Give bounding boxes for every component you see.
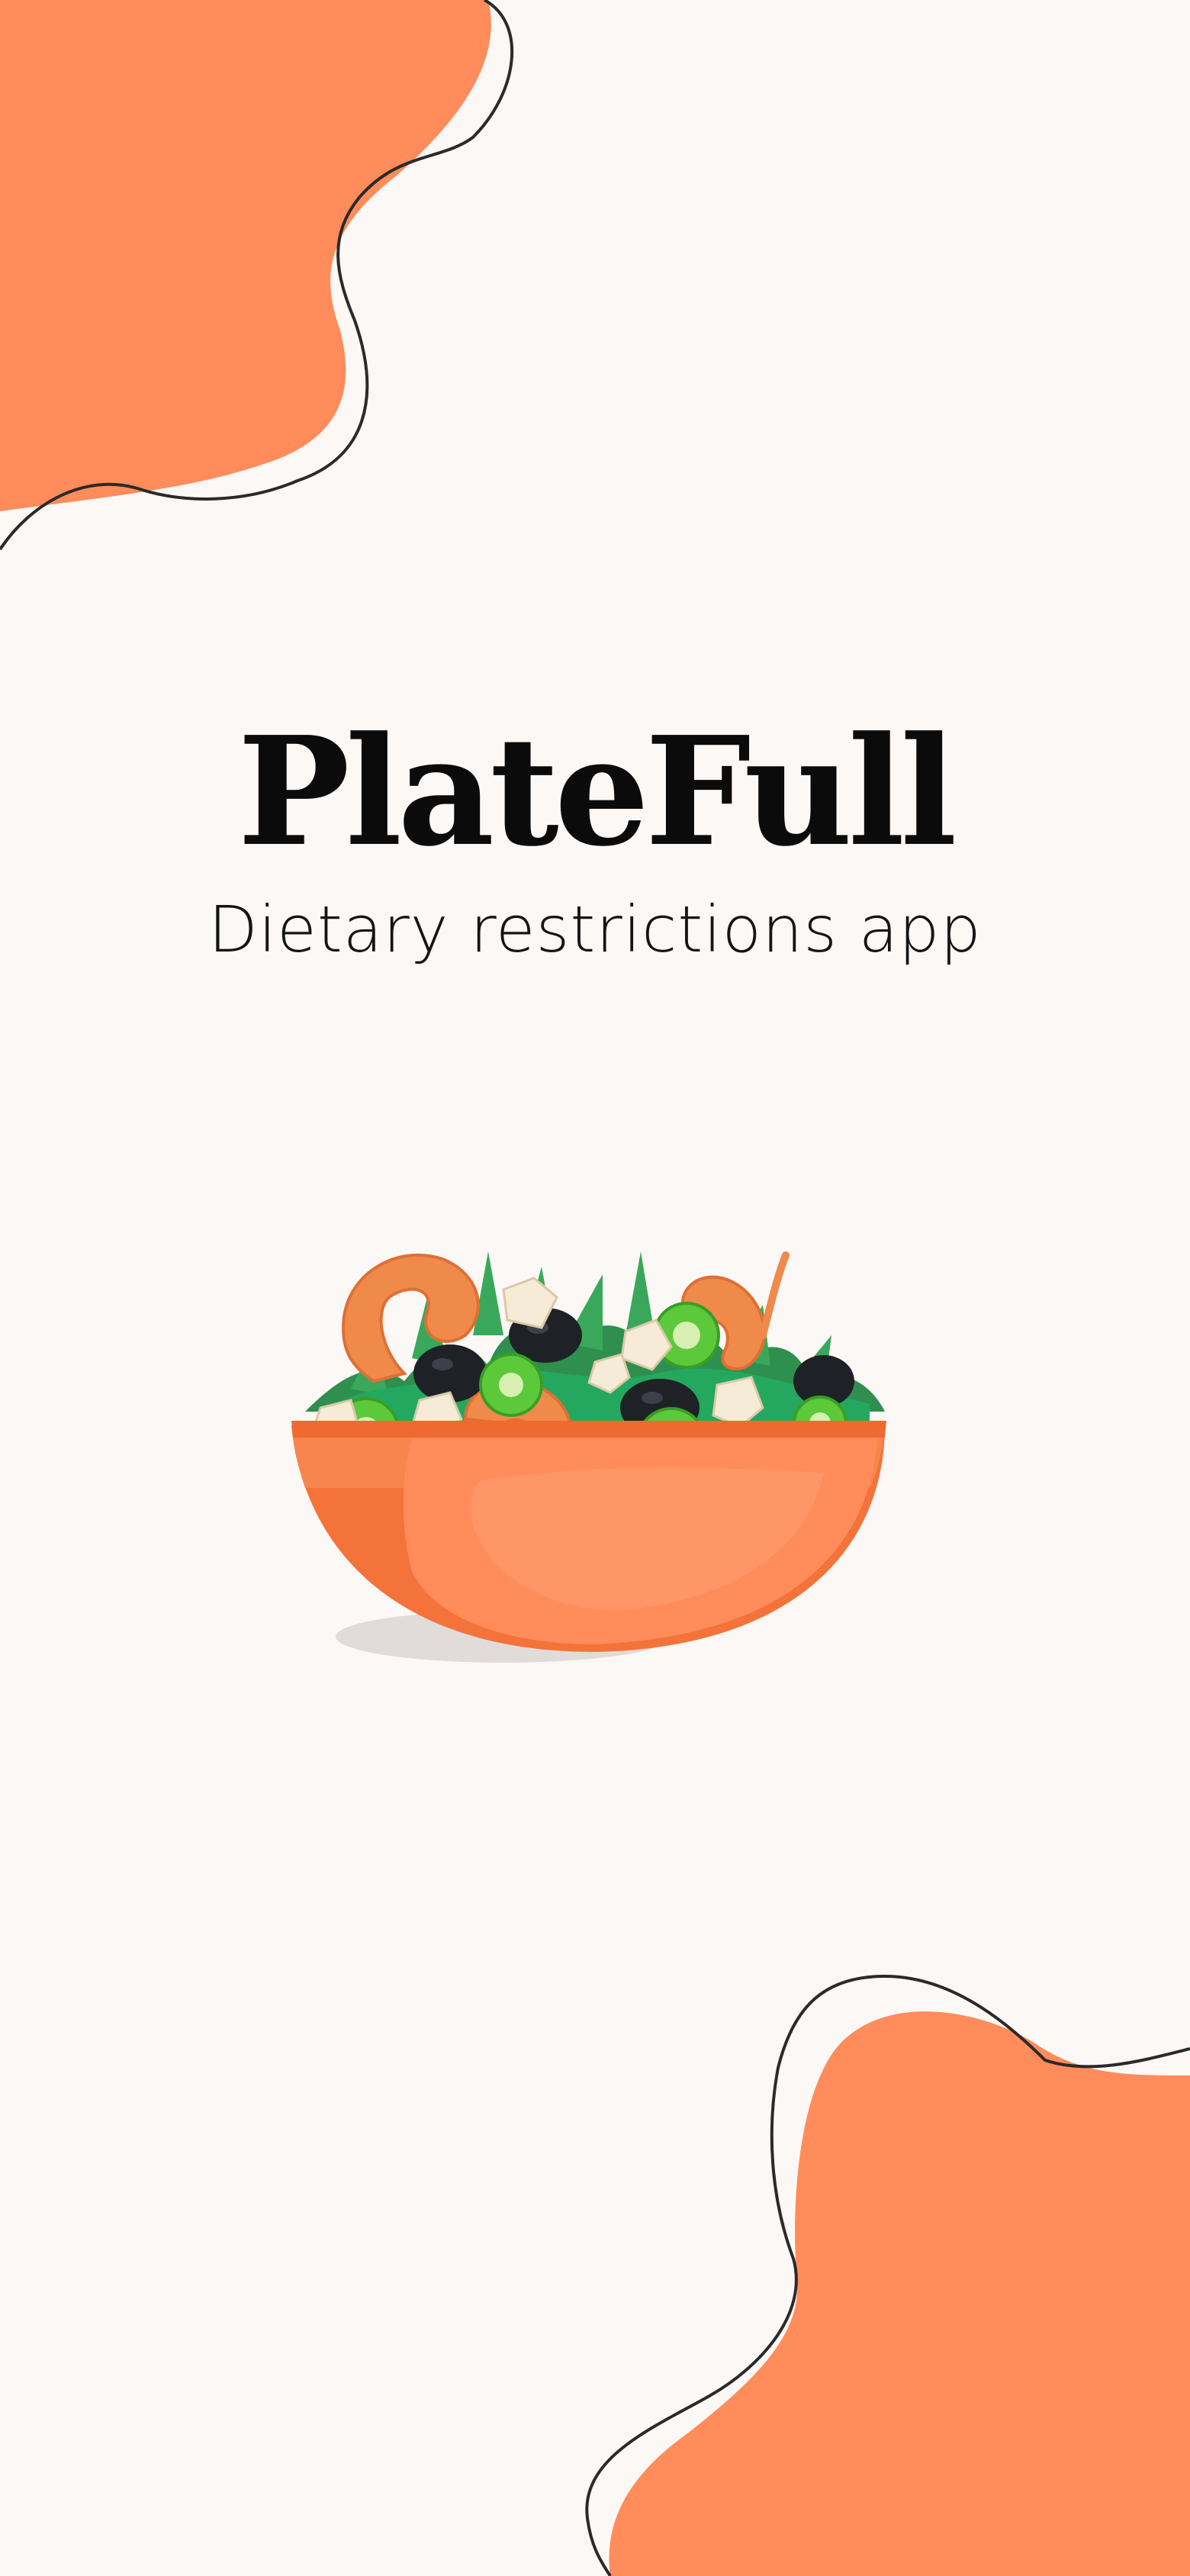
app-title: PlateFull xyxy=(237,704,957,880)
splash-screen: PlateFull Dietary restrictions app xyxy=(0,0,1190,2576)
app-subtitle: Dietary restrictions app xyxy=(208,892,982,967)
salad-bowl-icon xyxy=(291,1251,886,1663)
